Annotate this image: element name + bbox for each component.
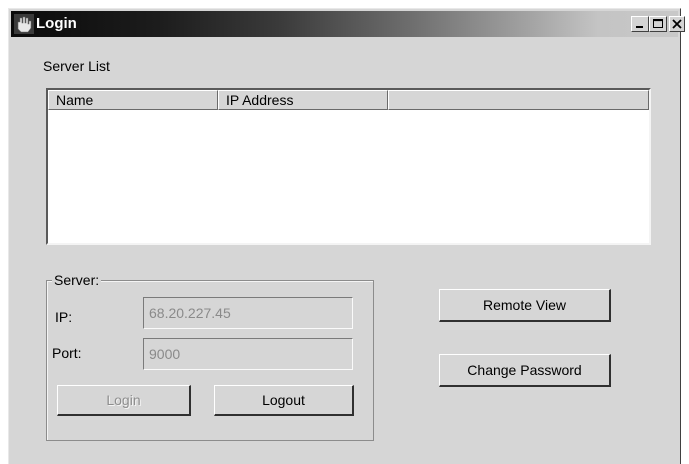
server-list-label: Server List — [43, 58, 110, 74]
close-icon — [672, 19, 682, 29]
close-button[interactable] — [669, 16, 685, 32]
title-bar[interactable]: Login — [11, 11, 685, 37]
remote-view-button-label: Remote View — [482, 297, 566, 313]
hand-icon — [14, 14, 34, 34]
column-header-ip-address[interactable]: IP Address — [218, 90, 388, 110]
minimize-button[interactable] — [631, 16, 649, 32]
port-field[interactable]: 9000 — [143, 338, 353, 370]
minimize-icon — [636, 26, 643, 28]
maximize-icon — [653, 19, 663, 28]
remote-view-button[interactable]: Remote View — [439, 289, 611, 322]
login-button-label: Login — [106, 392, 141, 408]
port-label: Port: — [52, 345, 82, 361]
change-password-button-label: Change Password — [467, 362, 582, 378]
server-list[interactable]: Name IP Address — [46, 88, 651, 245]
ip-field[interactable]: 68.20.227.45 — [143, 297, 353, 329]
change-password-button[interactable]: Change Password — [439, 354, 611, 387]
login-window: Login Server List Name IP Address Server… — [8, 8, 685, 464]
maximize-button[interactable] — [649, 16, 667, 32]
column-header-name[interactable]: Name — [48, 90, 218, 110]
ip-label: IP: — [55, 309, 73, 325]
column-header-empty[interactable] — [388, 90, 649, 110]
login-button[interactable]: Login — [57, 385, 191, 416]
logout-button[interactable]: Logout — [214, 385, 354, 416]
window-title: Login — [36, 15, 77, 32]
server-groupbox-legend: Server: — [52, 272, 102, 288]
logout-button-label: Logout — [262, 392, 305, 408]
